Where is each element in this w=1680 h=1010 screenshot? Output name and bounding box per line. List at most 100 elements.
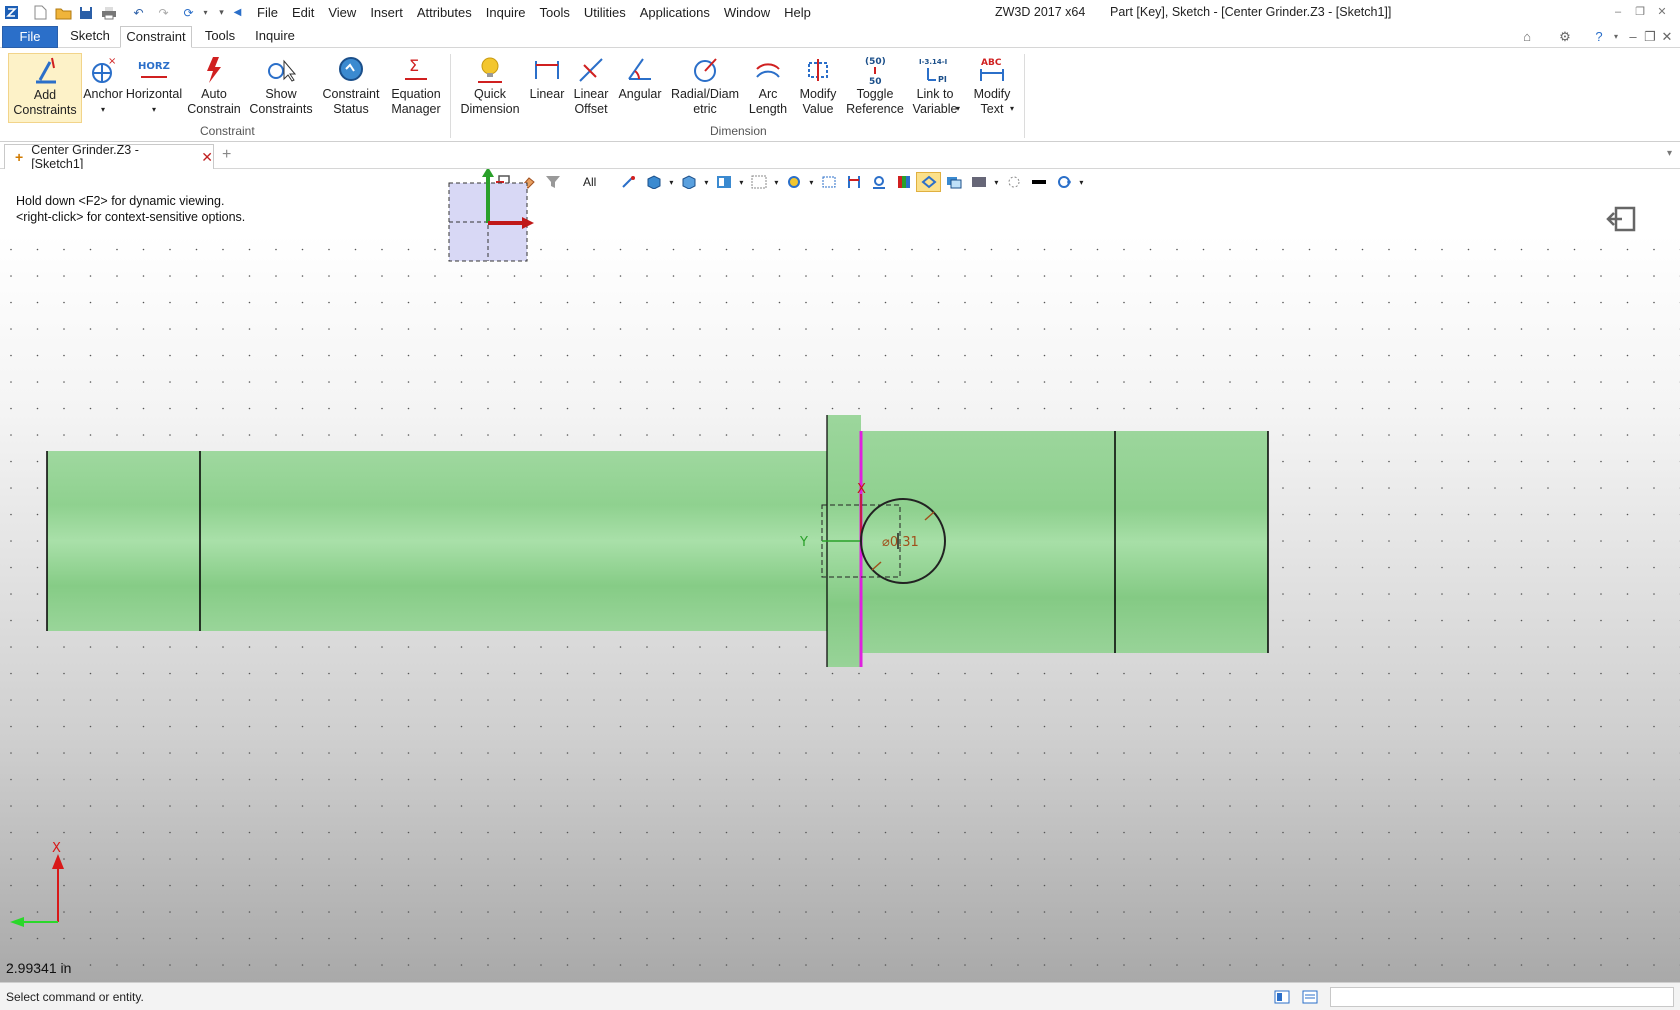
document-title: Part [Key], Sketch - [Center Grinder.Z3 …	[1110, 5, 1392, 19]
modify-text-button[interactable]: ABC Modify Text ▾	[966, 53, 1018, 117]
show-constraints-button[interactable]: Show Constraints	[248, 53, 314, 117]
sketch-canvas[interactable]: Y X ⌀0.31 X	[0, 169, 1680, 982]
arc-length-button[interactable]: Arc Length	[744, 53, 792, 117]
angular-icon	[623, 53, 657, 87]
restore-icon[interactable]: ❐	[1632, 4, 1648, 20]
link-to-variable-button[interactable]: I-3.14-I PI Link to Variable ▾	[908, 53, 962, 117]
tab-list-icon[interactable]: ▾	[1667, 148, 1672, 159]
part-icon: +	[15, 149, 24, 165]
title-bar: ↶ ↷ ⟳ ▾ ▾ ◀ File Edit View Insert Attrib…	[0, 0, 1680, 25]
svg-text:ABC: ABC	[981, 58, 1002, 68]
ribbon-minimize-icon[interactable]: ⌂	[1518, 28, 1536, 46]
svg-text:×: ×	[108, 56, 116, 67]
horizontal-dropdown-icon[interactable]: ▾	[152, 102, 156, 117]
menu-file[interactable]: File	[250, 4, 285, 21]
shaft-left-body	[47, 451, 827, 631]
link-variable-dropdown-icon[interactable]: ▾	[956, 101, 960, 116]
equation-manager-label: Equation Manager	[391, 87, 441, 116]
quick-dimension-label: Quick Dimension	[460, 87, 520, 116]
exit-sketch-button-icon[interactable]	[1606, 205, 1638, 239]
menu-insert[interactable]: Insert	[363, 4, 410, 21]
add-constraints-button[interactable]: Add Constraints	[8, 53, 82, 123]
modify-text-dropdown-icon[interactable]: ▾	[1010, 101, 1014, 116]
status-bar: Select command or entity.	[0, 982, 1680, 1010]
app-window: ↶ ↷ ⟳ ▾ ▾ ◀ File Edit View Insert Attrib…	[0, 0, 1680, 1010]
arc-length-label: Arc Length	[748, 87, 788, 116]
redo-icon[interactable]: ↷	[155, 4, 172, 21]
radial-diametric-button[interactable]: Radial/Diam etric	[668, 53, 742, 117]
measure-readout: 2.99341 in	[6, 960, 72, 976]
help-icon[interactable]: ?	[1590, 28, 1608, 46]
tab-tools[interactable]: Tools	[196, 26, 244, 48]
tab-inquire[interactable]: Inquire	[248, 26, 302, 48]
doc-restore-icon[interactable]: ❐	[1641, 28, 1659, 46]
collapse-menu-icon[interactable]: ◀	[229, 4, 246, 21]
command-input[interactable]	[1330, 987, 1674, 1007]
link-to-variable-label: Link to Variable	[912, 87, 958, 116]
show-constraints-label: Show Constraints	[249, 87, 313, 116]
undo-icon[interactable]: ↶	[130, 4, 147, 21]
lightbulb-icon	[473, 53, 507, 87]
toggle-reference-button[interactable]: (50) 50 Toggle Reference	[844, 53, 906, 117]
anchor-button[interactable]: × Anchor ▾	[80, 53, 126, 117]
refresh-dropdown-icon[interactable]: ▾	[197, 4, 214, 21]
tab-constraint[interactable]: Constraint	[120, 26, 192, 48]
status-layout-icon[interactable]	[1274, 989, 1290, 1005]
menu-inquire[interactable]: Inquire	[479, 4, 533, 21]
linear-button[interactable]: Linear	[526, 53, 568, 102]
close-tab-icon[interactable]: ✕	[201, 149, 213, 166]
menu-attributes[interactable]: Attributes	[410, 4, 479, 21]
constraint-group-label: Constraint	[200, 124, 255, 138]
new-file-icon[interactable]	[32, 4, 49, 21]
equation-manager-button[interactable]: Σ Equation Manager	[386, 53, 446, 117]
doc-close-icon[interactable]: ✕	[1658, 28, 1676, 46]
graphics-viewport[interactable]: Hold down <F2> for dynamic viewing. <rig…	[0, 169, 1680, 982]
menu-edit[interactable]: Edit	[285, 4, 321, 21]
tab-sketch[interactable]: Sketch	[62, 26, 118, 48]
orientation-widget[interactable]	[448, 169, 534, 262]
constraint-status-button[interactable]: Constraint Status	[318, 53, 384, 117]
menu-utilities[interactable]: Utilities	[577, 4, 633, 21]
print-icon[interactable]	[100, 4, 117, 21]
toggle-reference-icon: (50) 50	[858, 53, 892, 87]
refresh-icon[interactable]: ⟳	[180, 4, 197, 21]
radial-diametric-label: Radial/Diam etric	[670, 87, 740, 116]
qa-customize-icon[interactable]: ▾	[213, 4, 230, 21]
angular-label: Angular	[618, 87, 662, 101]
status-list-icon[interactable]	[1302, 989, 1318, 1005]
constraint-status-label: Constraint Status	[322, 87, 380, 116]
radial-icon	[688, 53, 722, 87]
menu-applications[interactable]: Applications	[633, 4, 717, 21]
menu-tools[interactable]: Tools	[533, 4, 577, 21]
quick-dimension-button[interactable]: Quick Dimension	[456, 53, 524, 117]
help-dropdown-icon[interactable]: ▾	[1607, 28, 1625, 46]
minimize-icon[interactable]: –	[1610, 4, 1626, 20]
arc-length-icon	[751, 53, 785, 87]
auto-constrain-button[interactable]: Auto Constrain	[186, 53, 242, 117]
anchor-dropdown-icon[interactable]: ▾	[101, 102, 105, 117]
document-tab[interactable]: + Center Grinder.Z3 - [Sketch1] ✕	[4, 143, 214, 171]
app-logo-icon[interactable]	[3, 4, 20, 21]
auto-constrain-label: Auto Constrain	[187, 87, 241, 116]
save-icon[interactable]	[77, 4, 94, 21]
menu-help[interactable]: Help	[777, 4, 818, 21]
linear-label: Linear	[529, 87, 565, 101]
tab-file[interactable]: File	[2, 26, 58, 48]
linear-offset-button[interactable]: Linear Offset	[570, 53, 612, 117]
sketch-x-label: X	[857, 482, 866, 497]
open-folder-icon[interactable]	[55, 4, 72, 21]
diameter-dimension[interactable]: ⌀0.31	[882, 535, 919, 550]
menu-view[interactable]: View	[321, 4, 363, 21]
settings-gear-icon[interactable]: ⚙	[1556, 28, 1574, 46]
close-window-icon[interactable]: ✕	[1654, 4, 1670, 20]
modify-value-button[interactable]: Modify Value	[794, 53, 842, 117]
horizontal-button[interactable]: HORZ Horizontal ▾	[124, 53, 184, 117]
doc-minimize-icon[interactable]: –	[1624, 28, 1642, 46]
angular-button[interactable]: Angular	[614, 53, 666, 102]
menu-bar: File Edit View Insert Attributes Inquire…	[250, 4, 818, 21]
new-tab-icon[interactable]: +	[222, 146, 231, 164]
horizontal-label: Horizontal	[125, 87, 183, 101]
toggle-reference-label: Toggle Reference	[846, 87, 904, 116]
menu-window[interactable]: Window	[717, 4, 777, 21]
document-tab-label: Center Grinder.Z3 - [Sketch1]	[31, 143, 139, 171]
